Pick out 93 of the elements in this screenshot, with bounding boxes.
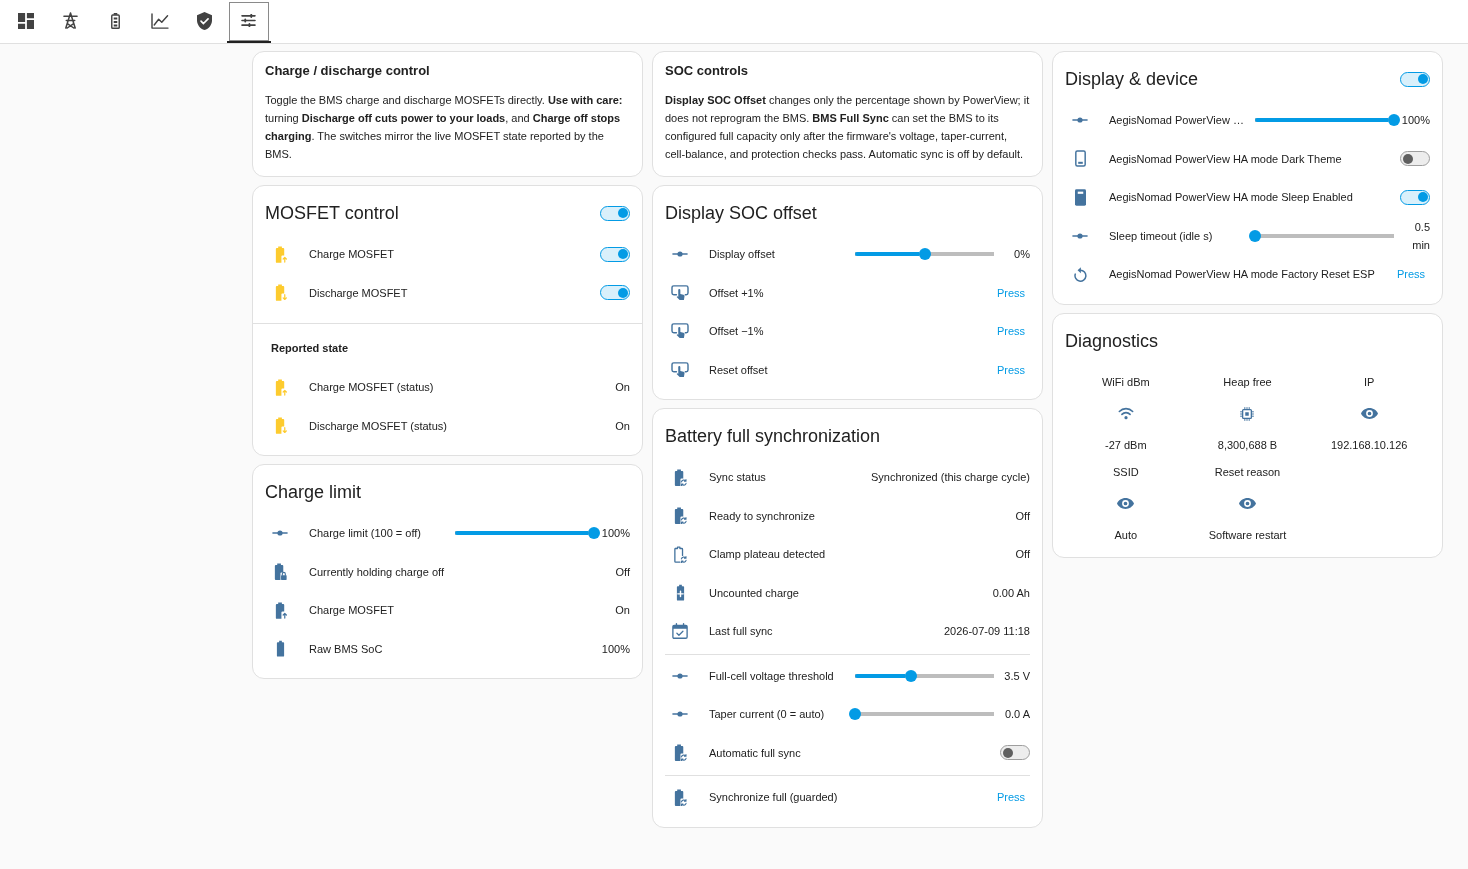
slider-thumb[interactable] (588, 527, 600, 540)
entity-label: Charge MOSFET (status) (309, 380, 435, 395)
card-text: Toggle the BMS charge and discharge MOSFETs directly. Use with care: turning Discharge off cuts power to your loads, and Charge off stops charging. The switches mirror the live MOSFET state reported by the BMS. (265, 93, 624, 162)
toggle-switch[interactable] (1400, 151, 1430, 167)
press-button[interactable]: Press (991, 281, 1030, 304)
entity-label: Uncounted charge (709, 585, 800, 600)
chip-icon (1240, 406, 1255, 421)
entity-value: On (615, 380, 630, 395)
card-title: Charge / discharge control (265, 63, 431, 79)
press-button[interactable]: Press (991, 320, 1030, 343)
entity-value: 100% (1400, 113, 1430, 129)
entity-label: Synchronize full (guarded) (709, 790, 839, 805)
section-heading: Reported state (271, 342, 349, 354)
entity-label: WiFi dBm (1102, 374, 1150, 389)
entity-label: Offset −1% (709, 324, 765, 339)
toggle-switch[interactable] (600, 246, 630, 262)
entity-value: 0.00 Ah (992, 585, 1030, 600)
entity-label: AegisNomad PowerView … (1109, 113, 1245, 128)
press-button[interactable]: Press (991, 358, 1030, 381)
toggle-switch[interactable] (1000, 745, 1030, 761)
sliders-icon (241, 14, 257, 27)
entity-value: Synchronized (this charge cycle) (871, 470, 1030, 485)
entity-label: Charge MOSFET (309, 603, 395, 618)
card-title: Battery full synchronization (665, 425, 881, 448)
entity-label: Charge limit (100 = off) (309, 526, 422, 541)
entity-value: On (615, 418, 630, 433)
entity-value: 2026-07-09 11:18 (943, 624, 1030, 639)
card-title: SOC controls (665, 63, 750, 79)
entity-label: Sleep timeout (idle s) (1109, 228, 1214, 243)
slider-thumb[interactable] (1249, 229, 1261, 242)
entity-value: Auto (1114, 527, 1138, 542)
entity-label: Sync status (709, 470, 767, 485)
card-title: Diagnostics (1065, 329, 1159, 353)
tab[interactable] (226, 0, 271, 43)
toggle-switch[interactable] (1400, 189, 1430, 205)
entity-label: AegisNomad PowerView HA mode Dark Theme (1109, 151, 1343, 166)
eye-icon (1117, 498, 1135, 509)
entity-value: Off (615, 564, 630, 579)
entity-label: Charge MOSFET (309, 247, 395, 262)
entity-label: AegisNomad PowerView HA mode Factory Reset ESP (1109, 267, 1376, 282)
entity-value: -27 dBm (1105, 437, 1147, 452)
power-tower-icon (63, 12, 79, 29)
entity-label: IP (1363, 374, 1375, 389)
entity-label: Currently holding charge off (309, 564, 445, 579)
entity-label: Taper current (0 = auto) (709, 707, 826, 722)
entity-value: Off (1015, 508, 1030, 523)
entity-value: Software restart (1208, 527, 1287, 542)
dashboard-icon (18, 12, 35, 29)
entity-label: Reset offset (709, 362, 769, 377)
entity-value: 3.5 V (1003, 668, 1030, 684)
eye-icon (1360, 408, 1378, 419)
entity-value: 100% (600, 526, 630, 542)
entity-value: 100% (601, 641, 630, 656)
slider-thumb[interactable] (918, 248, 931, 261)
press-button[interactable]: Press (1391, 263, 1430, 286)
entity-label: SSID (1113, 464, 1139, 479)
entity-value: 0% (1013, 247, 1030, 263)
toggle-switch[interactable] (600, 285, 630, 301)
eye-icon (1239, 498, 1256, 509)
entity-label: AegisNomad PowerView HA mode Sleep Enabled (1109, 190, 1354, 205)
entity-label: Raw BMS SoC (309, 641, 384, 656)
slider-thumb[interactable] (1388, 114, 1400, 127)
card-title: Charge limit (265, 481, 362, 504)
wifi-icon (1117, 407, 1134, 420)
entity-value: 192.168.10.126 (1330, 437, 1408, 452)
entity-label: Discharge MOSFET (status) (309, 418, 448, 433)
toggle-switch[interactable] (1400, 71, 1430, 87)
entity-label: Full-cell voltage threshold (709, 668, 835, 683)
entity-value: Off (1015, 547, 1030, 562)
shield-check-icon (196, 11, 212, 30)
entity-label: Display offset (709, 247, 776, 262)
entity-value: On (615, 603, 630, 618)
slider-thumb[interactable] (849, 708, 861, 721)
entity-label: Heap free (1223, 374, 1272, 389)
entity-label: Reset reason (1214, 464, 1281, 479)
entity-value: 0.5 min (1411, 219, 1430, 253)
line-chart-icon (150, 12, 169, 29)
battery-icon (110, 12, 120, 29)
entity-value: 8,300,688 B (1217, 437, 1278, 452)
card-text: Display SOC Offset changes only the percentage shown by PowerView; it does not reprogram the BMS. BMS Full Sync can set the BMS to its configured full capacity only after the firmware's voltage, taper-current, cell-balance, and protection checks pass. Automatic sync is off by default. (665, 93, 1030, 162)
card-title: MOSFET control (265, 202, 399, 225)
entity-label: Discharge MOSFET (309, 285, 409, 300)
card-title: Display & device (1065, 68, 1199, 91)
entity-label: Clamp plateau detected (709, 547, 827, 562)
toggle-switch[interactable] (600, 205, 630, 221)
entity-value: 0.0 A (1003, 707, 1030, 723)
slider-thumb[interactable] (904, 669, 917, 682)
entity-label: Offset +1% (709, 285, 765, 300)
press-button[interactable]: Press (991, 786, 1030, 809)
entity-label: Ready to synchronize (709, 508, 816, 523)
entity-label: Automatic full sync (709, 745, 802, 760)
card-title: Display SOC offset (665, 202, 817, 225)
entity-label: Last full sync (709, 624, 774, 639)
